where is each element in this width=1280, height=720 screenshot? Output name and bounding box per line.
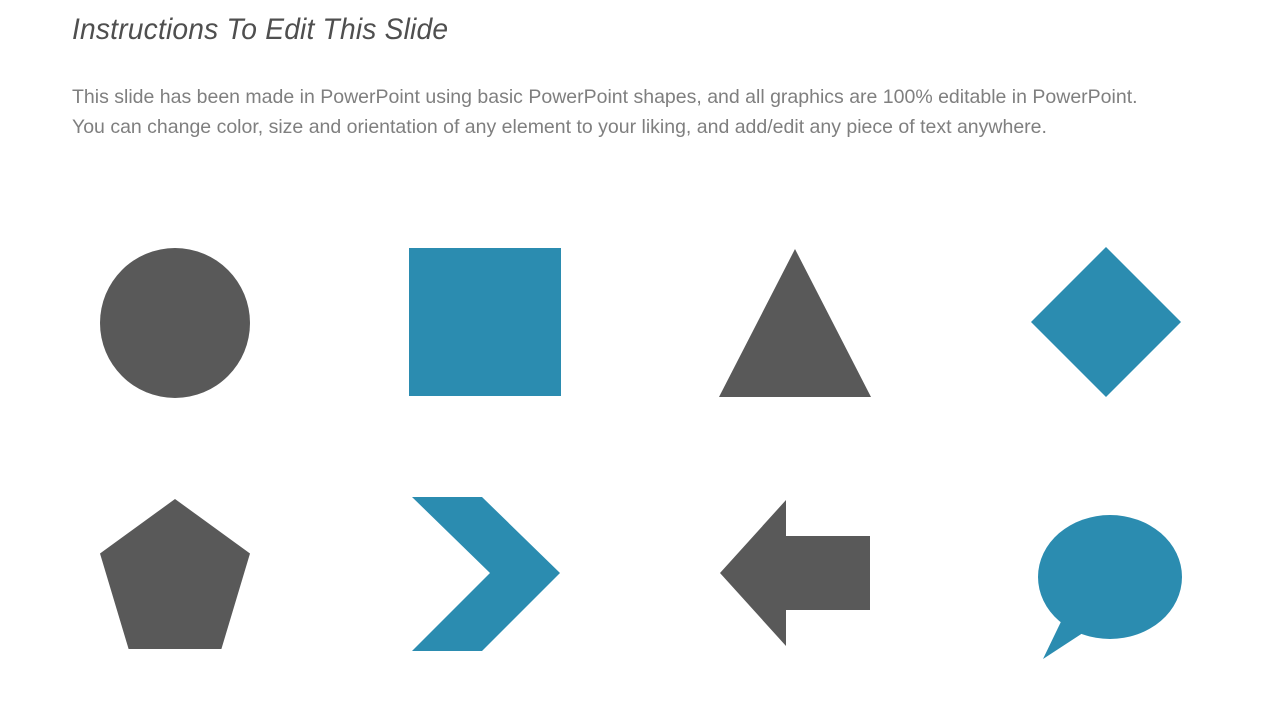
chevron-right-icon bbox=[412, 497, 560, 651]
triangle-shape bbox=[719, 249, 871, 397]
speech-bubble-shape bbox=[1030, 515, 1182, 661]
square-icon bbox=[409, 248, 561, 396]
pentagon-icon bbox=[100, 499, 250, 649]
body-paragraph-1: This slide has been made in PowerPoint u… bbox=[72, 86, 1138, 108]
triangle-icon bbox=[719, 249, 871, 397]
slide-body-text: This slide has been made in PowerPoint u… bbox=[72, 82, 1206, 142]
body-paragraph-2: You can change color, size and orientati… bbox=[72, 116, 1047, 138]
speech-bubble-icon bbox=[1038, 515, 1182, 659]
circle-shape bbox=[100, 248, 250, 398]
pentagon-shape bbox=[100, 499, 250, 649]
circle-icon bbox=[100, 248, 250, 398]
arrow-left-shape bbox=[720, 498, 870, 648]
diamond-shape bbox=[1031, 247, 1181, 397]
arrow-left-icon bbox=[720, 500, 870, 646]
square-shape bbox=[409, 248, 561, 396]
slide-canvas: Instructions To Edit This Slide This sli… bbox=[0, 0, 1280, 720]
page-title: Instructions To Edit This Slide bbox=[72, 13, 449, 46]
diamond-icon bbox=[1031, 247, 1181, 397]
chevron-shape bbox=[410, 496, 562, 652]
